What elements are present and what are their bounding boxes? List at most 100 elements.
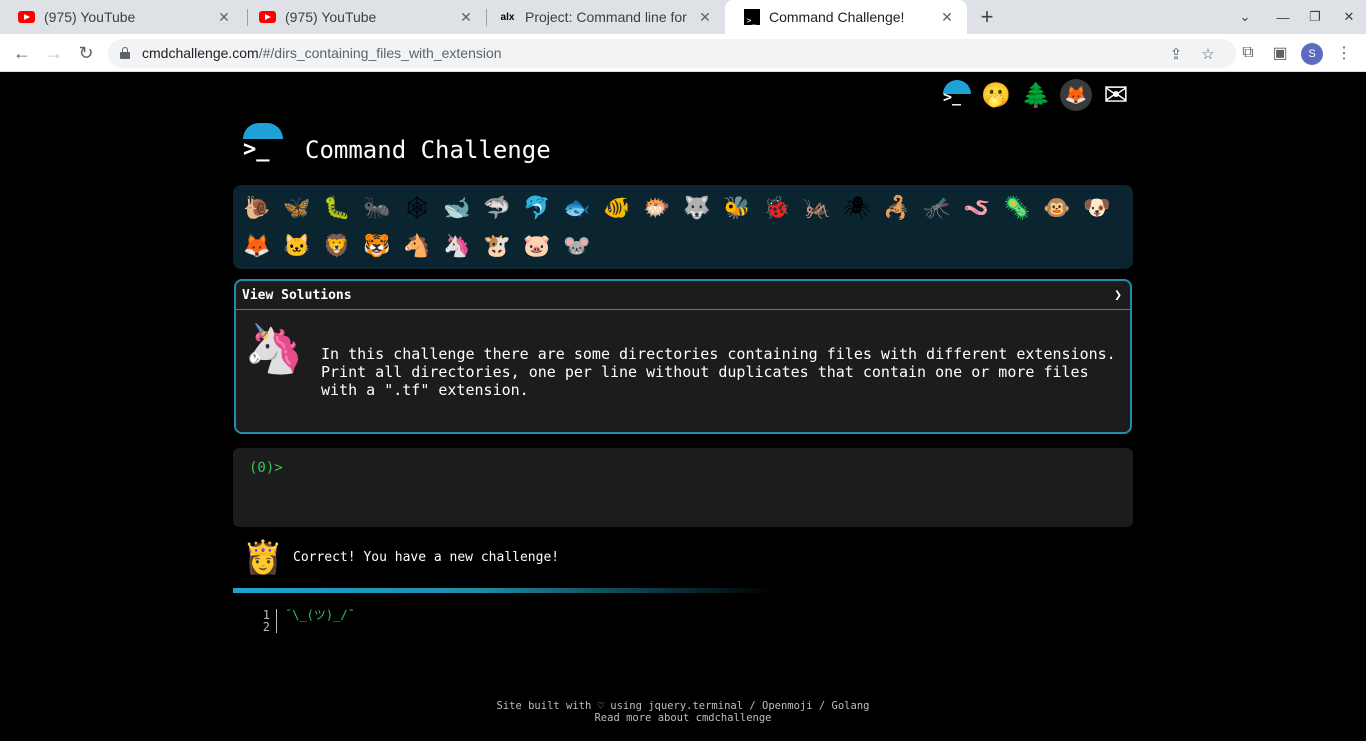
code-line: 2 <box>255 621 355 633</box>
line-content: ¯\_(ツ)_/¯ <box>285 608 355 622</box>
tab-command-challenge[interactable]: >_ Command Challenge! ✕ <box>725 0 967 34</box>
page: >_ 🫢 🌲 🦊 ✉ >_ Command Challenge 🐌 🦋 🐛 🐜 🕸 🐋 🦈 🐬… <box>0 73 1366 741</box>
terminal-logo-icon: >_ <box>941 80 971 110</box>
top-links: >_ 🫢 🌲 🦊 ✉ <box>938 77 1134 113</box>
browser-tab-strip: (975) YouTube ✕ (975) YouTube ✕ alx Proj… <box>0 0 1366 34</box>
challenge-icon[interactable]: 🐋 <box>437 189 477 227</box>
url-path: /#/dirs_containing_files_with_extension <box>258 45 502 61</box>
url-host: cmdchallenge.com <box>142 45 259 61</box>
close-icon[interactable]: ✕ <box>214 9 234 26</box>
tab-title: (975) YouTube <box>44 9 136 25</box>
challenge-icon[interactable]: 🐬 <box>517 189 557 227</box>
browser-toolbar: ← → ↻ cmdchallenge.com/#/dirs_containing… <box>0 34 1366 72</box>
share-icon[interactable]: ⇪ <box>1166 44 1186 64</box>
restore-icon[interactable]: ❐ <box>1298 0 1332 34</box>
challenge-icon[interactable]: 🐭 <box>557 227 597 265</box>
gitlab-link[interactable]: 🦊 <box>1058 77 1094 113</box>
tab-search-icon[interactable]: ⌄ <box>1228 0 1262 34</box>
challenge-icon[interactable]: 🦈 <box>477 189 517 227</box>
chevron-right-icon: ❯ <box>1114 287 1122 303</box>
challenge-icon[interactable]: 🐴 <box>397 227 437 265</box>
close-window-icon[interactable]: ✕ <box>1332 0 1366 34</box>
progress-bar <box>233 588 773 593</box>
princess-icon: 👸 <box>243 539 283 575</box>
youtube-icon <box>259 9 276 26</box>
12days-link[interactable]: 🌲 <box>1018 77 1054 113</box>
challenge-icon[interactable]: 🦗 <box>797 189 837 227</box>
reload-icon[interactable]: ↻ <box>74 41 98 65</box>
tab-title: (975) YouTube <box>285 9 377 25</box>
unicorn-icon: 🦄 <box>244 323 304 376</box>
site-logo-icon: >_ <box>240 121 286 167</box>
face-with-hand-icon: 🫢 <box>981 81 1011 109</box>
view-solutions-label: View Solutions <box>242 287 352 303</box>
challenge-icon[interactable]: 🕸 <box>397 189 437 227</box>
contact-link[interactable]: ✉ <box>1098 77 1134 113</box>
result-text: Correct! You have a new challenge! <box>293 549 560 565</box>
extensions-icon[interactable]: ⧉ <box>1238 43 1258 63</box>
terminal-icon: >_ <box>743 9 760 26</box>
challenge-icon[interactable]: 🐶 <box>1077 189 1117 227</box>
back-icon[interactable]: ← <box>10 41 34 65</box>
challenge-icon[interactable]: 🦁 <box>317 227 357 265</box>
avatar[interactable]: S <box>1301 43 1323 65</box>
challenge-icon[interactable]: 🐛 <box>317 189 357 227</box>
challenge-icon[interactable]: 🐟 <box>557 189 597 227</box>
challenge-icon[interactable]: 🐱 <box>277 227 317 265</box>
challenge-icon[interactable]: 🐯 <box>357 227 397 265</box>
challenge-icon[interactable]: 🦄 <box>437 227 477 265</box>
challenge-icon[interactable]: 🪱 <box>957 189 997 227</box>
challenge-icon[interactable]: 🐞 <box>757 189 797 227</box>
challenge-icon[interactable]: 🐮 <box>477 227 517 265</box>
new-tab-button[interactable]: + <box>976 6 998 28</box>
tab-youtube-1[interactable]: (975) YouTube ✕ <box>0 0 244 34</box>
challenge-icon[interactable]: 🐺 <box>677 189 717 227</box>
challenge-selector: 🐌 🦋 🐛 🐜 🕸 🐋 🦈 🐬 🐟 🐠 🐡 🐺 🐝 🐞 🦗 🕷 🦂 🦟 🪱 🦠 🐵 🐶 🦊 🐱 🦁 🐯 🐴 🦄 🐮 🐷 🐭 <box>233 185 1133 269</box>
challenge-icon[interactable]: 🦊 <box>237 227 277 265</box>
footer-about-link[interactable]: Read more about cmdchallenge <box>0 712 1366 724</box>
view-solutions-toggle[interactable]: View Solutions ❯ <box>236 281 1130 310</box>
challenge-icon[interactable]: 🐡 <box>637 189 677 227</box>
challenge-icon[interactable]: 🐌 <box>237 189 277 227</box>
challenge-icon[interactable]: 🦋 <box>277 189 317 227</box>
youtube-icon <box>18 9 35 26</box>
footer-credits[interactable]: Site built with ♡ using jquery.terminal … <box>0 700 1366 712</box>
address-bar[interactable]: cmdchallenge.com/#/dirs_containing_files… <box>108 39 1236 68</box>
line-number: 2 <box>255 621 277 633</box>
challenge-panel: View Solutions ❯ 🦄 In this challenge the… <box>234 279 1132 434</box>
bookmark-star-icon[interactable]: ☆ <box>1198 44 1218 64</box>
terminal-prompt: (0)> <box>249 460 283 476</box>
challenge-description: In this challenge there are some directo… <box>321 345 1116 399</box>
url-text[interactable]: cmdchallenge.com/#/dirs_containing_files… <box>142 45 502 61</box>
menu-kebab-icon[interactable]: ⋮ <box>1334 43 1354 63</box>
challenge-icon[interactable]: 🐵 <box>1037 189 1077 227</box>
challenge-icon[interactable]: 🦠 <box>997 189 1037 227</box>
oops-link[interactable]: 🫢 <box>978 77 1014 113</box>
close-icon[interactable]: ✕ <box>456 9 476 26</box>
output-code: 1 ¯\_(ツ)_/¯ 2 <box>255 609 355 633</box>
challenge-icon[interactable]: 🦟 <box>917 189 957 227</box>
challenge-icon[interactable]: 🐷 <box>517 227 557 265</box>
minimize-icon[interactable]: — <box>1266 0 1300 34</box>
tab-alx-project[interactable]: alx Project: Command line for ✕ <box>481 0 725 34</box>
tab-title: Project: Command line for <box>525 9 687 25</box>
result-message: 👸 Correct! You have a new challenge! <box>243 535 560 579</box>
challenge-icon[interactable]: 🐠 <box>597 189 637 227</box>
forward-icon[interactable]: → <box>42 41 66 65</box>
terminal-input[interactable]: (0)> <box>233 448 1133 527</box>
challenge-icon[interactable]: 🐝 <box>717 189 757 227</box>
line-content <box>277 621 285 633</box>
challenge-icon[interactable]: 🐜 <box>357 189 397 227</box>
side-panel-icon[interactable]: ▣ <box>1270 43 1290 63</box>
tab-youtube-2[interactable]: (975) YouTube ✕ <box>241 0 486 34</box>
lock-icon <box>120 47 130 59</box>
close-icon[interactable]: ✕ <box>937 9 957 26</box>
envelope-icon: ✉ <box>1103 78 1129 112</box>
challenge-icon[interactable]: 🕷 <box>837 189 877 227</box>
cmdchallenge-link[interactable]: >_ <box>938 77 974 113</box>
tab-title: Command Challenge! <box>769 9 905 25</box>
close-icon[interactable]: ✕ <box>695 9 715 26</box>
page-title: Command Challenge <box>305 136 551 164</box>
gitlab-icon: 🦊 <box>1060 79 1092 111</box>
challenge-icon[interactable]: 🦂 <box>877 189 917 227</box>
